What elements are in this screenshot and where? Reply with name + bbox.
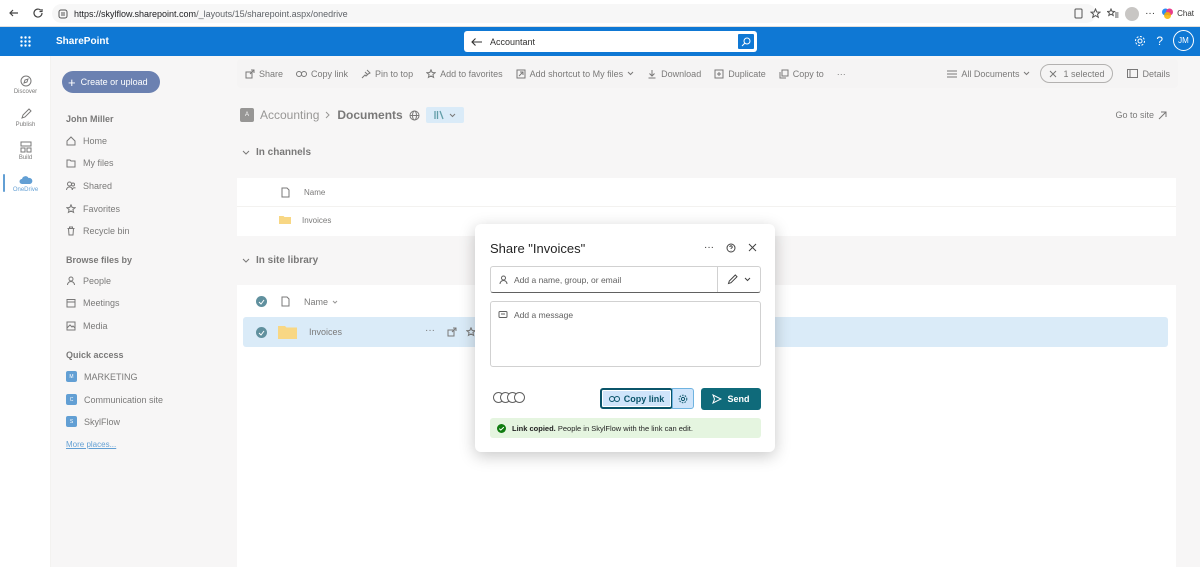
link-settings-button[interactable] bbox=[672, 388, 694, 409]
pencil-edit-icon bbox=[727, 274, 738, 285]
browser-more-icon[interactable]: ··· bbox=[1145, 8, 1155, 19]
check-circle-icon bbox=[497, 423, 506, 433]
reading-view-icon[interactable] bbox=[1073, 8, 1084, 19]
app-launcher-icon[interactable] bbox=[0, 27, 51, 56]
send-button[interactable]: Send bbox=[701, 388, 761, 410]
refresh-icon[interactable] bbox=[28, 3, 48, 23]
settings-gear-icon[interactable] bbox=[1134, 35, 1146, 47]
person-icon bbox=[499, 275, 508, 284]
dialog-more-options-icon[interactable]: ··· bbox=[704, 242, 714, 253]
sharepoint-header: SharePoint Accountant ? JM bbox=[0, 27, 1200, 56]
shared-with-avatars[interactable] bbox=[493, 392, 525, 403]
share-dialog-title: Share "Invoices" bbox=[490, 241, 586, 256]
browser-toolbar: https://skylflow.sharepoint.com/_layouts… bbox=[0, 0, 1200, 27]
help-circle-icon[interactable] bbox=[726, 243, 736, 253]
chat-label: Chat bbox=[1177, 9, 1194, 18]
people-picker-input[interactable]: Add a name, group, or email bbox=[490, 266, 761, 293]
avatar bbox=[514, 392, 525, 403]
page-info-icon[interactable] bbox=[58, 9, 68, 19]
favorite-star-icon[interactable] bbox=[1090, 8, 1102, 19]
chevron-down-icon bbox=[744, 277, 751, 282]
back-arrow-icon[interactable] bbox=[4, 3, 24, 23]
url-host: https://skylflow.sharepoint.com bbox=[74, 8, 197, 19]
copilot-icon bbox=[1162, 8, 1174, 19]
share-dialog: Share "Invoices" ··· Add a name, group, … bbox=[475, 224, 775, 452]
people-picker-placeholder: Add a name, group, or email bbox=[514, 274, 622, 285]
search-input[interactable]: Accountant bbox=[490, 37, 737, 47]
link-copied-message: Link copied. People in SkylFlow with the… bbox=[490, 418, 761, 438]
browser-profile-avatar[interactable] bbox=[1125, 6, 1140, 21]
search-button[interactable] bbox=[737, 33, 755, 50]
permission-dropdown[interactable] bbox=[717, 267, 760, 292]
toast-text: People in SkylFlow with the link can edi… bbox=[555, 423, 693, 433]
toast-bold-text: Link copied. bbox=[512, 423, 556, 433]
settings-gear-icon bbox=[678, 394, 688, 403]
link-icon bbox=[608, 395, 620, 402]
close-icon[interactable] bbox=[748, 243, 757, 252]
message-textarea[interactable]: Add a message bbox=[490, 301, 761, 367]
favorites-list-icon[interactable] bbox=[1107, 8, 1119, 19]
copy-link-button[interactable]: Copy link bbox=[600, 388, 673, 409]
sharepoint-brand[interactable]: SharePoint bbox=[56, 36, 109, 47]
user-avatar[interactable]: JM bbox=[1173, 30, 1194, 51]
url-path: /_layouts/15/sharepoint.aspx/onedrive bbox=[196, 8, 348, 19]
address-bar[interactable]: https://skylflow.sharepoint.com/_layouts… bbox=[52, 4, 1096, 23]
message-icon bbox=[498, 311, 508, 318]
search-back-arrow-icon[interactable] bbox=[464, 37, 490, 47]
send-button-label: Send bbox=[727, 394, 750, 404]
copy-link-button-label: Copy link bbox=[623, 393, 665, 404]
search-icon bbox=[741, 37, 751, 46]
help-icon[interactable]: ? bbox=[1156, 34, 1163, 48]
send-icon bbox=[712, 394, 723, 404]
message-placeholder: Add a message bbox=[514, 310, 574, 320]
search-box[interactable]: Accountant bbox=[464, 31, 757, 52]
copilot-chat-button[interactable]: Chat bbox=[1161, 7, 1194, 20]
